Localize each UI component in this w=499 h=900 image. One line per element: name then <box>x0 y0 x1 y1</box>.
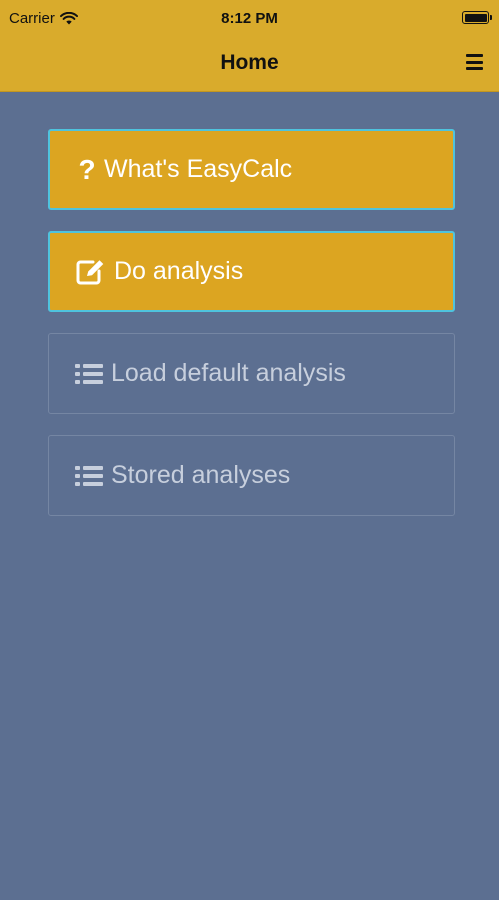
menu-item-label: Load default analysis <box>111 359 346 387</box>
hamburger-menu-icon[interactable] <box>466 54 483 70</box>
page-title: Home <box>220 51 279 74</box>
menu-line <box>466 54 483 57</box>
whats-easycalc-button[interactable]: ? What's EasyCalc <box>48 129 455 210</box>
do-analysis-button[interactable]: Do analysis <box>48 231 455 312</box>
top-bar: Carrier 8:12 PM Home <box>0 0 499 92</box>
battery-icon <box>462 11 492 24</box>
load-default-analysis-button[interactable]: Load default analysis <box>48 333 455 414</box>
menu-item-label: Stored analyses <box>111 461 291 489</box>
clock: 8:12 PM <box>221 10 278 27</box>
edit-icon <box>76 259 106 285</box>
list-icon <box>75 465 103 487</box>
menu-item-label: Do analysis <box>114 257 244 285</box>
navigation-bar: Home <box>0 38 499 92</box>
list-icon <box>75 363 103 385</box>
menu-line <box>466 60 483 64</box>
battery-level <box>464 13 487 22</box>
status-bar: Carrier 8:12 PM <box>0 0 499 38</box>
stored-analyses-button[interactable]: Stored analyses <box>48 435 455 516</box>
home-menu: ? What's EasyCalc Do analysis Load defau… <box>48 129 455 537</box>
menu-item-label: What's EasyCalc <box>104 155 293 183</box>
question-icon: ? <box>78 153 96 185</box>
menu-line <box>466 67 483 70</box>
